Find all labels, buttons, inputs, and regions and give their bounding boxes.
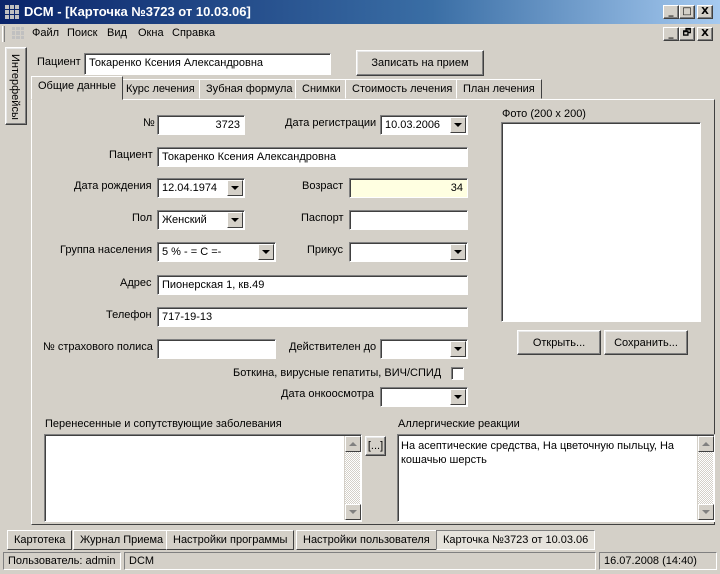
chevron-down-icon[interactable] <box>227 212 243 228</box>
chevron-down-icon[interactable] <box>450 341 466 357</box>
population-group-value: 5 % - = С =- <box>162 246 222 258</box>
patient-header-label: Пациент <box>37 56 81 68</box>
address-label: Адрес <box>120 277 152 289</box>
age-label: Возраст <box>302 180 344 192</box>
passport-field[interactable] <box>349 210 468 230</box>
menu-windows[interactable]: Окна <box>138 27 164 39</box>
registration-date-combo[interactable]: 10.03.2006 <box>380 115 468 135</box>
window-tab-user-settings[interactable]: Настройки пользователя <box>296 530 437 550</box>
menu-help[interactable]: Справка <box>172 27 215 39</box>
status-datetime: 16.07.2008 (14:40) <box>599 552 717 570</box>
menu-file[interactable]: Файл <box>32 27 59 39</box>
photo-box <box>501 122 701 322</box>
oncology-date-value: . . <box>391 403 409 406</box>
maximize-button[interactable]: □ <box>679 5 695 19</box>
appointment-button[interactable]: Записать на прием <box>356 50 484 76</box>
child-restore-button[interactable]: 🗗 <box>679 27 695 41</box>
scroll-down-icon[interactable] <box>345 504 361 520</box>
menu-search[interactable]: Поиск <box>67 27 97 39</box>
number-label: № <box>143 117 155 129</box>
patient-header-field[interactable]: Токаренко Ксения Александровна <box>84 53 331 75</box>
allergies-scrollbar[interactable] <box>697 436 714 520</box>
chevron-down-icon[interactable] <box>258 244 274 260</box>
window-tab-card-index[interactable]: Картотека <box>7 530 73 550</box>
birth-date-value: 12.04.1974 <box>162 182 218 194</box>
window-title: DCM - [Карточка №3723 от 10.03.06] <box>24 4 251 19</box>
patient-field[interactable]: Токаренко Ксения Александровна <box>157 147 468 167</box>
diseases-ellipsis-button[interactable]: [...] <box>365 436 386 456</box>
close-button[interactable]: X <box>697 5 713 19</box>
address-field[interactable]: Пионерская 1, кв.49 <box>157 275 468 295</box>
bite-label: Прикус <box>307 244 343 256</box>
number-field[interactable]: 3723 <box>157 115 245 135</box>
insurance-field[interactable] <box>157 339 276 359</box>
tab-treatment-plan[interactable]: План лечения <box>456 79 542 99</box>
sex-combo[interactable]: Женский <box>157 210 245 230</box>
title-bar[interactable]: DCM - [Карточка №3723 от 10.03.06] _ □ X <box>0 0 720 24</box>
scroll-up-icon[interactable] <box>698 436 714 452</box>
patient-label: Пациент <box>109 149 153 161</box>
diseases-memo[interactable] <box>44 434 362 522</box>
sex-value: Женский <box>162 214 207 226</box>
child-minimize-button[interactable]: _ <box>663 27 679 41</box>
tab-treatment-cost[interactable]: Стоимость лечения <box>345 79 460 99</box>
tab-dental-formula[interactable]: Зубная формула <box>199 79 300 99</box>
toolbar-grip[interactable] <box>2 26 5 42</box>
allergies-memo[interactable]: На асептические средства, На цветочную п… <box>397 434 715 522</box>
mdi-child-icon[interactable] <box>12 27 24 39</box>
window-tab-appointments[interactable]: Журнал Приема <box>73 530 171 550</box>
population-group-combo[interactable]: 5 % - = С =- <box>157 242 276 262</box>
app-icon[interactable] <box>5 5 19 19</box>
tab-treatment-course[interactable]: Курс лечения <box>119 79 202 99</box>
scroll-down-icon[interactable] <box>698 504 714 520</box>
diseases-flag-label: Боткина, вирусные гепатиты, ВИЧ/СПИД <box>233 367 442 379</box>
side-tab-label: Интерфейсы <box>9 54 21 120</box>
birth-date-label: Дата рождения <box>74 180 152 192</box>
side-tab-interfaces[interactable]: Интерфейсы <box>5 47 27 125</box>
chevron-down-icon[interactable] <box>450 117 466 133</box>
window-tab-program-settings[interactable]: Настройки программы <box>166 530 295 550</box>
status-user: Пользователь: admin <box>3 552 121 570</box>
tab-general[interactable]: Общие данные <box>31 76 123 100</box>
phone-label: Телефон <box>106 309 152 321</box>
birth-date-combo[interactable]: 12.04.1974 <box>157 178 245 198</box>
photo-open-button[interactable]: Открыть... <box>517 330 601 355</box>
chevron-down-icon[interactable] <box>450 244 466 260</box>
status-app: DCM <box>124 552 596 570</box>
photo-label: Фото (200 x 200) <box>502 108 586 120</box>
allergies-label: Аллергические реакции <box>398 418 520 430</box>
bite-combo[interactable] <box>349 242 468 262</box>
registration-date-value: 10.03.2006 <box>385 119 441 131</box>
oncology-date-combo[interactable]: . . <box>380 387 468 407</box>
chevron-down-icon[interactable] <box>227 180 243 196</box>
minimize-button[interactable]: _ <box>663 5 679 19</box>
sex-label: Пол <box>132 212 153 224</box>
menu-view[interactable]: Вид <box>107 27 127 39</box>
valid-until-label: Действителен до <box>289 341 377 353</box>
passport-label: Паспорт <box>301 212 344 224</box>
age-field: 34 <box>349 178 468 198</box>
oncology-date-label: Дата онкоосмотра <box>281 388 374 400</box>
tab-images[interactable]: Снимки <box>295 79 348 99</box>
phone-field[interactable]: 717-19-13 <box>157 307 468 327</box>
diseases-flag-checkbox[interactable] <box>451 367 464 380</box>
diseases-scrollbar[interactable] <box>344 436 361 520</box>
scroll-up-icon[interactable] <box>345 436 361 452</box>
window-tab-patient-card[interactable]: Карточка №3723 от 10.03.06 <box>436 530 596 550</box>
registration-date-label: Дата регистрации <box>285 117 377 129</box>
valid-until-combo[interactable]: . . <box>380 339 468 359</box>
allergies-text: На асептические средства, На цветочную п… <box>401 440 675 466</box>
population-group-label: Группа населения <box>60 244 153 256</box>
chevron-down-icon[interactable] <box>450 389 466 405</box>
photo-save-button[interactable]: Сохранить... <box>604 330 688 355</box>
menu-bar: Файл Поиск Вид Окна Справка _ 🗗 X <box>0 24 720 44</box>
insurance-label: № страхового полиса <box>43 341 153 353</box>
diseases-label: Перенесенные и сопутствующие заболевания <box>45 418 282 430</box>
child-close-button[interactable]: X <box>697 27 713 41</box>
valid-until-value: . . <box>391 355 409 358</box>
